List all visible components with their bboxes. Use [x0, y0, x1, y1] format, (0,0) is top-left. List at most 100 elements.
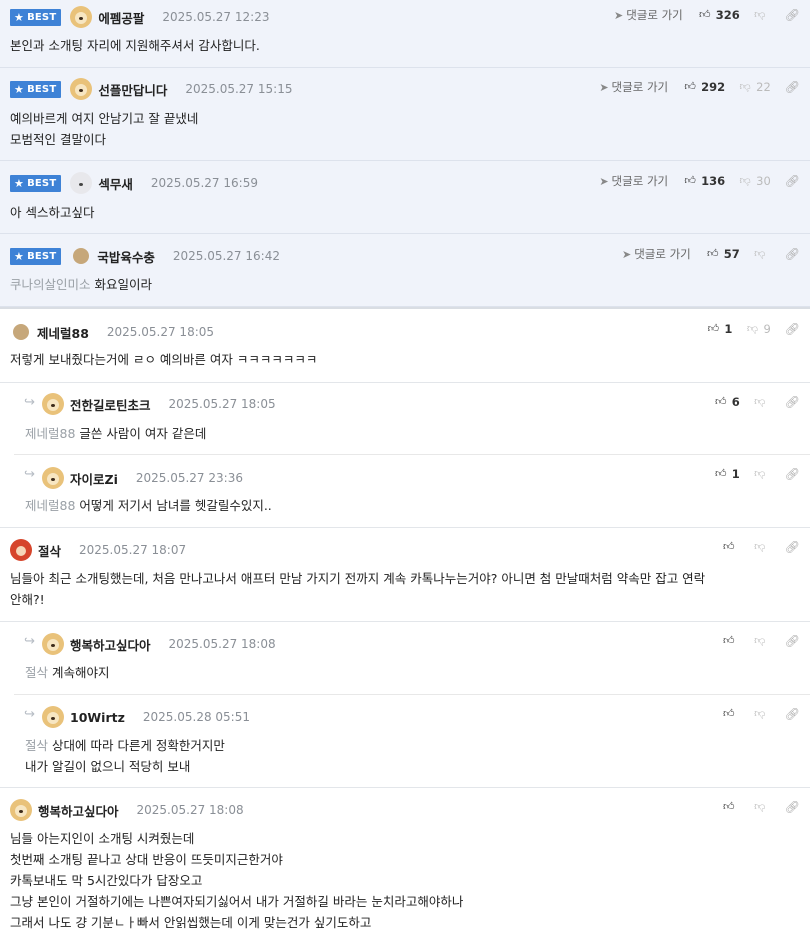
like-button[interactable]: 👍︎ 1: [707, 322, 733, 336]
nickname[interactable]: 에펨공팔: [98, 8, 144, 27]
like-button[interactable]: 👍︎: [723, 708, 740, 720]
dislike-button[interactable]: 👎︎ 9: [746, 322, 771, 336]
thumbs-up-icon: 👍︎: [684, 80, 696, 93]
nickname[interactable]: 10Wirtz: [70, 710, 125, 725]
comment-line: 예의바르게 여지 안남기고 잘 끝냈네: [10, 111, 199, 126]
best-comment: ★ BEST 에펨공팔 2025.05.27 12:23 ➤ 댓글로 가기 👍︎ 32…: [0, 0, 810, 68]
comment: 절삭 2025.05.27 18:07 👍︎ 👎︎ 🔗︎ 님들아 최근 소개팅했…: [0, 528, 810, 622]
nickname[interactable]: 섹무새: [98, 174, 133, 193]
avatar[interactable]: [42, 706, 64, 728]
mention-label[interactable]: 절삭: [25, 738, 48, 753]
comment-line: 절삭 계속해야지: [25, 665, 110, 680]
like-button[interactable]: 👍︎ 292: [684, 80, 725, 94]
timestamp: 2025.05.27 16:42: [172, 249, 280, 263]
dislike-button[interactable]: 👎︎: [754, 468, 771, 480]
nickname[interactable]: 전한길로틴초크: [70, 395, 151, 414]
thumbs-up-icon: 👍︎: [715, 395, 727, 408]
permalink-icon[interactable]: 🔗︎: [785, 8, 800, 22]
dislike-button[interactable]: 👎︎: [754, 801, 771, 813]
nickname[interactable]: 제네럴88: [37, 323, 89, 342]
avatar[interactable]: [13, 324, 29, 340]
avatar[interactable]: [73, 248, 90, 264]
like-button[interactable]: 👍︎ 326: [699, 8, 740, 22]
goto-comment-link[interactable]: ➤ 댓글로 가기: [622, 246, 691, 262]
permalink-icon[interactable]: 🔗︎: [785, 800, 800, 814]
reply-comment: ↪ 전한길로틴초크 2025.05.27 18:05 👍︎ 6 👎︎ 🔗︎ 제네럴…: [0, 383, 810, 455]
thumbs-up-icon: 👍︎: [723, 540, 735, 553]
best-comment: ★ BEST 선플만답니다 2025.05.27 15:15 ➤ 댓글로 가기 👍︎…: [0, 68, 810, 161]
avatar[interactable]: [70, 6, 93, 28]
permalink-icon[interactable]: 🔗︎: [785, 322, 800, 336]
avatar[interactable]: [42, 467, 64, 489]
avatar[interactable]: [10, 799, 32, 821]
timestamp: 2025.05.27 12:23: [162, 10, 270, 24]
star-icon: ★: [14, 82, 25, 96]
goto-comment-link[interactable]: ➤ 댓글로 가기: [614, 7, 683, 23]
like-button[interactable]: 👍︎: [723, 635, 740, 647]
comment-line: 절삭 상대에 따라 다른게 정확한거지만: [25, 738, 225, 753]
thumbs-up-icon: 👍︎: [715, 467, 727, 480]
reply-arrow-icon: ↪: [24, 707, 35, 722]
like-button[interactable]: 👍︎ 57: [707, 247, 740, 261]
permalink-icon[interactable]: 🔗︎: [785, 634, 800, 648]
permalink-icon[interactable]: 🔗︎: [785, 707, 800, 721]
nickname[interactable]: 절삭: [38, 541, 61, 560]
reply-comment: ↪ 자이로Zi 2025.05.27 23:36 👍︎ 1 👎︎ 🔗︎ 제네럴88…: [0, 455, 810, 528]
permalink-icon[interactable]: 🔗︎: [785, 247, 800, 261]
dislike-button[interactable]: 👎︎: [754, 708, 771, 720]
like-button[interactable]: 👍︎: [723, 541, 740, 553]
nickname[interactable]: 행복하고싶다아: [70, 635, 151, 654]
mention-label[interactable]: 제네럴88: [25, 426, 75, 441]
thumbs-down-icon: 👎︎: [739, 80, 751, 93]
avatar[interactable]: [42, 393, 64, 415]
thumbs-up-icon: 👍︎: [723, 707, 735, 720]
dislike-button[interactable]: 👎︎ 30: [739, 174, 771, 188]
nickname[interactable]: 행복하고싶다아: [38, 801, 119, 820]
timestamp: 2025.05.27 18:05: [106, 325, 215, 339]
mention-label[interactable]: 절삭: [25, 665, 48, 680]
like-button[interactable]: 👍︎ 136: [684, 174, 725, 188]
permalink-icon[interactable]: 🔗︎: [785, 467, 800, 481]
mention-label[interactable]: 쿠나의살인미소: [10, 277, 91, 292]
nickname[interactable]: 자이로Zi: [70, 469, 118, 488]
thumbs-up-icon: 👍︎: [707, 247, 719, 260]
timestamp: 2025.05.28 05:51: [142, 710, 250, 724]
like-button[interactable]: 👍︎ 6: [715, 395, 740, 409]
like-button[interactable]: 👍︎: [723, 801, 740, 813]
goto-comment-link[interactable]: ➤ 댓글로 가기: [599, 173, 668, 189]
permalink-icon[interactable]: 🔗︎: [785, 174, 800, 188]
avatar[interactable]: [70, 172, 93, 194]
permalink-icon[interactable]: 🔗︎: [785, 540, 800, 554]
star-icon: ★: [14, 10, 25, 24]
thumbs-down-icon: 👎︎: [754, 800, 766, 813]
avatar[interactable]: [42, 633, 64, 655]
mention-label[interactable]: 제네럴88: [25, 498, 75, 513]
dislike-button[interactable]: 👎︎: [754, 541, 771, 553]
nickname[interactable]: 국밥육수충: [97, 247, 155, 266]
navigate-arrow-icon: ➤: [613, 8, 624, 22]
dislike-button[interactable]: 👎︎: [754, 248, 771, 260]
comment: 제네럴88 2025.05.27 18:05 👍︎ 1 👎︎ 9 🔗︎ 저렇게 보내…: [0, 309, 810, 383]
permalink-icon[interactable]: 🔗︎: [785, 80, 800, 94]
permalink-icon[interactable]: 🔗︎: [785, 395, 800, 409]
best-comment: ★ BEST 섹무새 2025.05.27 16:59 ➤ 댓글로 가기 👍︎ 136…: [0, 161, 810, 234]
like-button[interactable]: 👍︎ 1: [715, 467, 740, 481]
comment-line: 쿠나의살인미소 화요일이라: [10, 277, 153, 292]
timestamp: 2025.05.27 16:59: [150, 176, 258, 190]
avatar[interactable]: [70, 78, 93, 100]
navigate-arrow-icon: ➤: [621, 247, 632, 261]
nickname[interactable]: 선플만답니다: [98, 80, 167, 99]
timestamp: 2025.05.27 18:08: [136, 803, 244, 817]
dislike-button[interactable]: 👎︎: [754, 396, 771, 408]
goto-comment-link[interactable]: ➤ 댓글로 가기: [599, 79, 668, 95]
comment-line: 내가 알길이 없으니 적당히 보내: [25, 759, 191, 774]
avatar[interactable]: [10, 539, 32, 561]
reply-arrow-icon: ↪: [24, 467, 35, 482]
best-badge: ★ BEST: [10, 174, 62, 192]
dislike-button[interactable]: 👎︎: [754, 9, 771, 21]
reply-arrow-icon: ↪: [24, 634, 35, 649]
timestamp: 2025.05.27 18:08: [168, 637, 276, 651]
dislike-button[interactable]: 👎︎ 22: [739, 80, 771, 94]
dislike-button[interactable]: 👎︎: [754, 635, 771, 647]
thumbs-down-icon: 👎︎: [754, 634, 766, 647]
